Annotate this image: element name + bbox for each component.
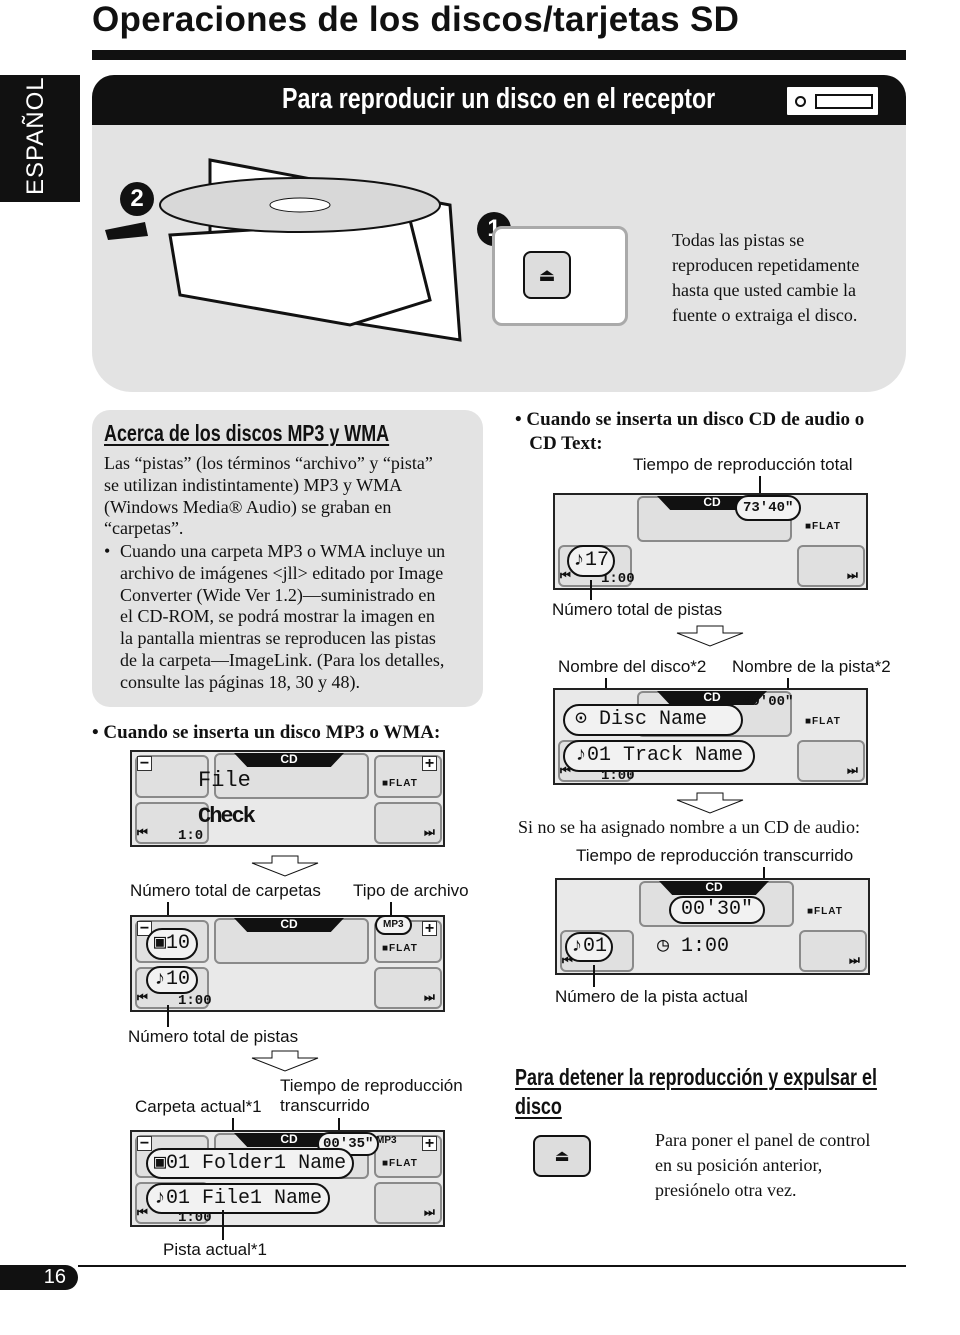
section-heading: Para reproducir un disco en el receptor	[282, 83, 716, 115]
clock-value: ◷ 1:00	[657, 935, 730, 958]
down-arrow-icon	[251, 855, 319, 877]
label-cd-total-tracks: Número total de pistas	[552, 600, 723, 619]
section-header: Para reproducir un disco en el receptor	[92, 75, 906, 125]
elapsed-time-value: 00'30"	[669, 896, 766, 924]
label-current-track-number: Número de la pista actual	[555, 987, 748, 1006]
label-file-type: Tipo de archivo	[353, 881, 469, 900]
total-tracks-value: ♪10	[146, 966, 199, 994]
elapsed-time-value: 00'00"	[743, 694, 794, 710]
label-elapsed: Tiempo de reproducción transcurrido	[280, 1076, 463, 1115]
display-cd-basic: CD ■FLAT ⏮ ⏭ 00'30" ♪01 ◷ 1:00	[555, 878, 870, 975]
down-arrow-icon	[676, 792, 744, 814]
lcd-check: Check	[198, 804, 256, 829]
label-total-tracks: Número total de pistas	[128, 1027, 299, 1046]
page-number: 16	[0, 1265, 78, 1290]
display-mp3-totals: CD − + ■FLAT ⏮ ⏭ 1:00 ▣10 ♪10 MP3	[130, 915, 445, 1012]
language-label: ESPAÑOL	[22, 76, 49, 195]
track-name-value: ♪01 Track Name	[563, 740, 756, 772]
label-current-track: Pista actual*1	[163, 1240, 267, 1259]
current-folder-value: ▣01 Folder1 Name	[146, 1148, 355, 1179]
lcd-file: File	[198, 768, 251, 793]
plus-icon: +	[422, 756, 437, 772]
current-track-value: ♪01	[565, 932, 614, 962]
mp3-heading: Acerca de los discos MP3 y WMA	[104, 420, 390, 446]
eject-icon: ⏏	[523, 251, 571, 299]
repeat-note: Todas las pistas se reproducen repetidame…	[672, 230, 860, 325]
stop-heading: Para detener la reproducción y expulsar …	[515, 1064, 877, 1119]
no-name-note: Si no se ha asignado nombre a un CD de a…	[518, 817, 860, 837]
label-total-time: Tiempo de reproducción total	[633, 455, 853, 474]
language-tab: ESPAÑOL	[0, 75, 80, 202]
label-track-name: Nombre de la pista*2	[732, 657, 891, 676]
prev-icon: ⏮	[137, 825, 148, 839]
label-current-folder: Carpeta actual*1	[135, 1097, 262, 1116]
disc-slot-icon	[785, 85, 880, 117]
display-cd-text: CD ■FLAT ⏮ ⏭ 1:00 00'00" ⊙ Disc Name ♪01 …	[553, 688, 868, 785]
eject-button-illustration: ⏏	[492, 226, 628, 326]
page-title: Operaciones de los discos/tarjetas SD	[92, 0, 740, 39]
total-folders-value: ▣10	[146, 928, 199, 960]
display-cd-totals: CD ■FLAT ⏮ ⏭ 1:00 73'40" ♪17	[553, 493, 868, 590]
display-mp3-playing: CD − + ■FLAT MP3 ⏮ ⏭ 1:00 00'35" ▣01 Folde…	[130, 1130, 445, 1227]
current-file-value: ♪01 File1 Name	[146, 1183, 331, 1214]
next-icon: ⏭	[424, 825, 435, 839]
down-arrow-icon	[676, 625, 744, 647]
mp3-text: Las “pistas” (los términos “archivo” y “…	[104, 453, 433, 539]
step-2-badge: 2	[120, 182, 154, 216]
label-total-folders: Número total de carpetas	[130, 881, 321, 900]
total-tracks-value: ♪17	[567, 545, 616, 577]
label-cd-elapsed: Tiempo de reproducción transcurrido	[576, 846, 854, 865]
display-file-check: CD − + ■FLAT ⏮ ⏭ 1:0 File Check	[130, 750, 445, 847]
receiver-illustration	[105, 158, 462, 342]
eject-icon: ⏏	[533, 1135, 591, 1177]
label-disc-name: Nombre del disco*2	[558, 657, 707, 676]
imagelink-text: Cuando una carpeta MP3 o WMA incluye un a…	[120, 541, 446, 692]
stop-text: Para poner el panel de control en su posi…	[655, 1130, 871, 1200]
total-time-value: 73'40"	[735, 495, 802, 521]
disc-name-value: ⊙ Disc Name	[563, 704, 743, 736]
flat-label: ■FLAT	[382, 778, 418, 789]
down-arrow-icon	[251, 1050, 319, 1072]
footer-rule	[78, 1265, 906, 1267]
mp3-badge: MP3	[375, 915, 412, 935]
minus-icon: −	[137, 756, 152, 772]
title-rule	[92, 50, 906, 60]
mp3-info-box: Acerca de los discos MP3 y WMA Las “pist…	[92, 410, 483, 707]
cd-bullet: • Cuando se inserta un disco CD de audio…	[515, 409, 865, 454]
mp3-bullet: • Cuando se inserta un disco MP3 o WMA:	[92, 722, 441, 743]
